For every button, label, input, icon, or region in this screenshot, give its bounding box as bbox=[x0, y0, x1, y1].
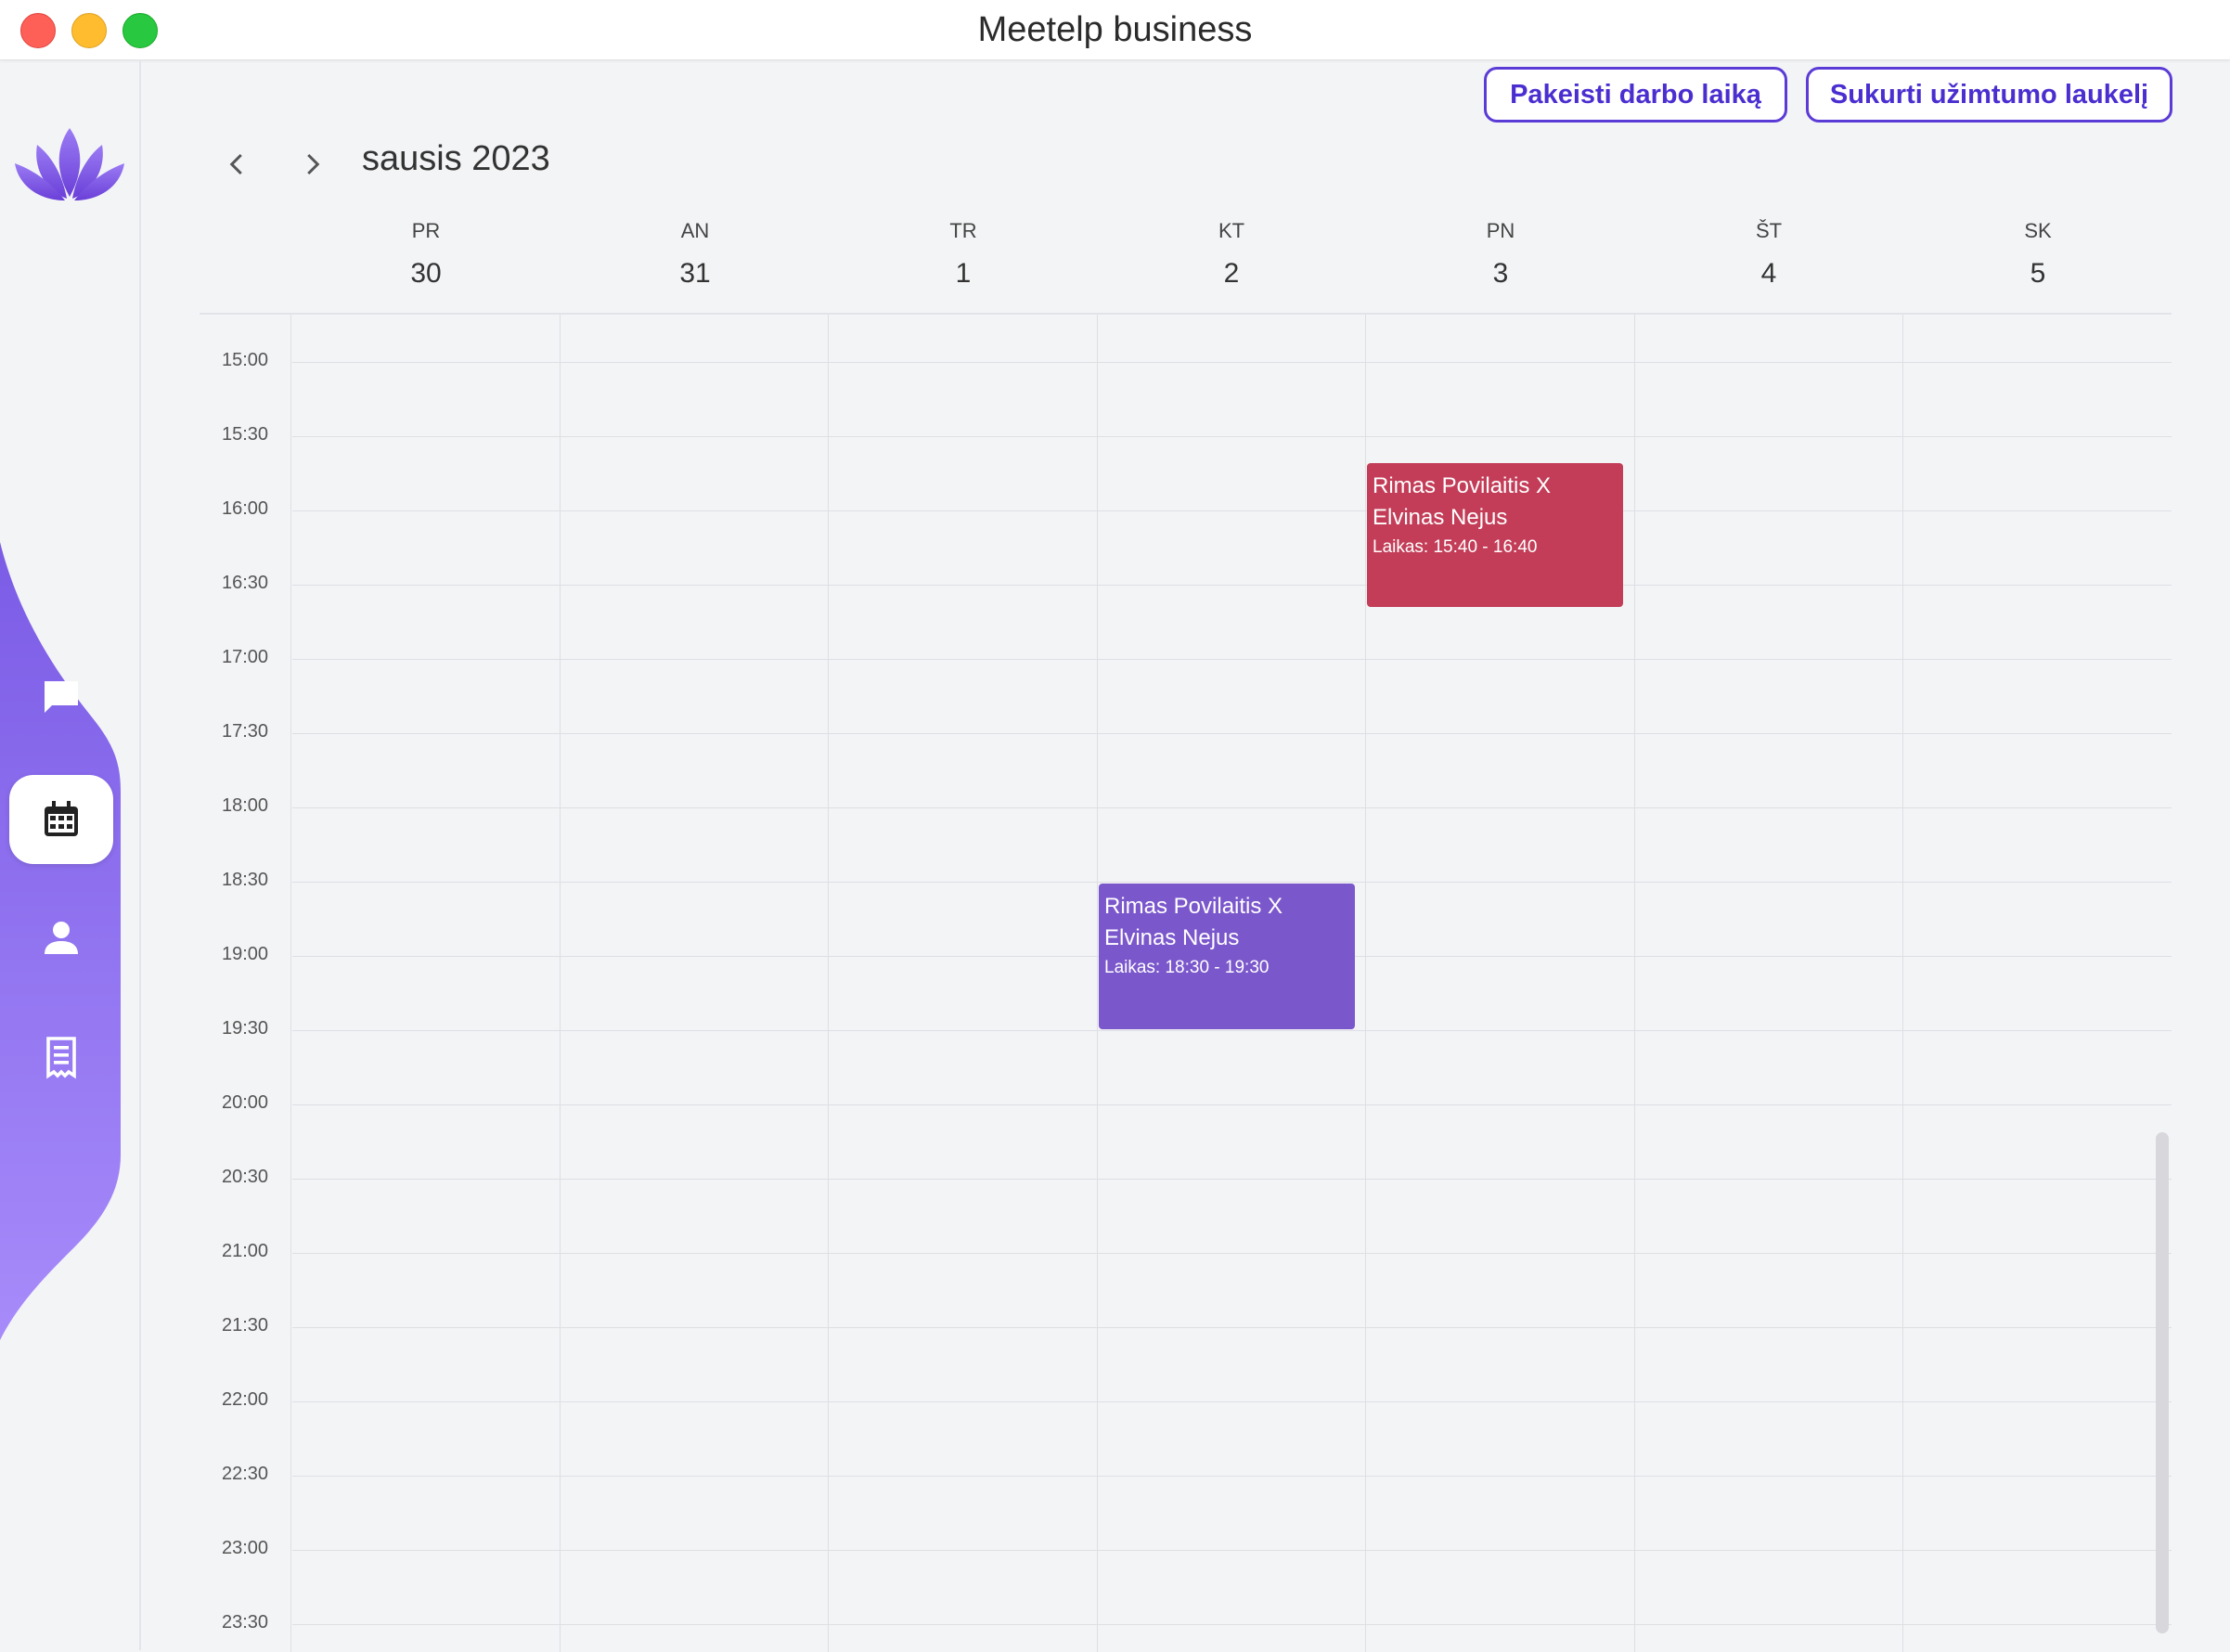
time-label: 21:30 bbox=[222, 1315, 269, 1336]
grid-row-line bbox=[292, 1327, 2172, 1328]
day-date: 3 bbox=[1492, 258, 1509, 289]
current-month-label: sausis 2023 bbox=[362, 139, 550, 178]
time-label: 18:00 bbox=[222, 795, 269, 816]
time-label: 22:30 bbox=[222, 1464, 269, 1484]
chevron-right-icon bbox=[307, 153, 320, 175]
day-weekday: SK bbox=[2024, 219, 2052, 242]
day-date: 5 bbox=[2030, 258, 2046, 289]
day-date: 31 bbox=[679, 258, 711, 289]
day-weekday: PN bbox=[1486, 219, 1515, 242]
change-working-hours-button[interactable]: Pakeisti darbo laiką bbox=[1484, 67, 1787, 123]
grid-row-line bbox=[292, 1179, 2172, 1180]
grid-column-line bbox=[1365, 315, 1366, 1652]
grid-row-line bbox=[292, 733, 2172, 734]
nav-receipts-button[interactable] bbox=[9, 1013, 113, 1102]
time-label: 23:30 bbox=[222, 1612, 269, 1633]
grid-row-line bbox=[292, 510, 2172, 511]
grid-column-line bbox=[1902, 315, 1903, 1652]
calendar-event[interactable]: Rimas Povilaitis X Elvinas Nejus Laikas:… bbox=[1099, 884, 1355, 1029]
sidebar bbox=[0, 59, 141, 1650]
user-icon bbox=[45, 922, 78, 954]
nav-calendar-button[interactable] bbox=[9, 775, 113, 864]
day-header: TR 1 bbox=[829, 219, 1098, 290]
grid-row-line bbox=[292, 1401, 2172, 1402]
time-label: 17:30 bbox=[222, 721, 269, 742]
grid-column-line bbox=[560, 315, 561, 1652]
grid-column-line bbox=[828, 315, 829, 1652]
day-header: KT 2 bbox=[1097, 219, 1366, 290]
calendar-icon bbox=[45, 801, 78, 836]
event-title: Rimas Povilaitis X Elvinas Nejus bbox=[1104, 894, 1283, 950]
day-date: 4 bbox=[1760, 258, 1777, 289]
grid-column-line bbox=[1634, 315, 1635, 1652]
vertical-scrollbar[interactable] bbox=[2156, 1132, 2169, 1633]
day-weekday: ŠT bbox=[1755, 219, 1783, 242]
calendar-event[interactable]: Rimas Povilaitis X Elvinas Nejus Laikas:… bbox=[1367, 463, 1623, 607]
day-weekday: AN bbox=[680, 219, 710, 242]
chat-icon bbox=[45, 681, 78, 713]
grid-row-line bbox=[292, 882, 2172, 883]
grid-row-line bbox=[292, 1104, 2172, 1105]
time-label: 23:00 bbox=[222, 1538, 269, 1558]
receipt-icon bbox=[46, 1037, 76, 1079]
grid-column-line bbox=[290, 315, 291, 1652]
time-label: 16:00 bbox=[222, 498, 269, 519]
time-label: 18:30 bbox=[222, 870, 269, 890]
time-label: 17:00 bbox=[222, 647, 269, 667]
window-title: Meetelp business bbox=[977, 10, 1253, 49]
day-date: 1 bbox=[955, 258, 972, 289]
nav-profile-button[interactable] bbox=[9, 893, 113, 982]
time-label: 15:00 bbox=[222, 350, 269, 370]
day-date: 2 bbox=[1223, 258, 1240, 289]
day-header: SK 5 bbox=[1903, 219, 2172, 290]
window-titlebar: Meetelp business bbox=[0, 0, 2230, 60]
grid-row-line bbox=[292, 1476, 2172, 1477]
grid-row-line bbox=[292, 362, 2172, 363]
day-weekday: TR bbox=[949, 219, 977, 242]
time-label: 22:00 bbox=[222, 1389, 269, 1410]
week-grid: 15:00 15:30 16:00 16:30 17:00 17:30 18:0… bbox=[200, 313, 2172, 1652]
event-time: Laikas: 15:40 - 16:40 bbox=[1373, 537, 1538, 557]
grid-row-line bbox=[292, 1624, 2172, 1625]
chevron-left-icon bbox=[229, 153, 242, 175]
day-header: PR 30 bbox=[291, 219, 561, 290]
day-header: AN 31 bbox=[561, 219, 830, 290]
day-weekday: KT bbox=[1218, 219, 1245, 242]
time-label: 19:30 bbox=[222, 1018, 269, 1039]
time-label: 19:00 bbox=[222, 944, 269, 964]
next-week-button[interactable] bbox=[289, 141, 335, 187]
grid-row-line bbox=[292, 1030, 2172, 1031]
day-date: 30 bbox=[410, 258, 442, 289]
lotus-logo-icon bbox=[15, 128, 124, 200]
time-label: 20:30 bbox=[222, 1167, 269, 1187]
grid-row-line bbox=[292, 1253, 2172, 1254]
grid-row-line bbox=[292, 1550, 2172, 1551]
create-busy-slot-button[interactable]: Sukurti užimtumo laukelį bbox=[1806, 67, 2172, 123]
grid-row-line bbox=[292, 436, 2172, 437]
grid-row-line bbox=[292, 807, 2172, 808]
day-header: ŠT 4 bbox=[1634, 219, 1903, 290]
day-weekday: PR bbox=[411, 219, 441, 242]
time-label: 20:00 bbox=[222, 1092, 269, 1113]
time-label: 15:30 bbox=[222, 424, 269, 445]
event-title: Rimas Povilaitis X Elvinas Nejus bbox=[1373, 473, 1552, 530]
time-label: 21:00 bbox=[222, 1241, 269, 1261]
event-time: Laikas: 18:30 - 19:30 bbox=[1104, 958, 1270, 977]
grid-row-line bbox=[292, 659, 2172, 660]
day-header: PN 3 bbox=[1366, 219, 1635, 290]
nav-chat-button[interactable] bbox=[9, 653, 113, 742]
grid-column-line bbox=[1097, 315, 1098, 1652]
grid-row-line bbox=[292, 585, 2172, 586]
time-label: 16:30 bbox=[222, 573, 269, 593]
previous-week-button[interactable] bbox=[214, 141, 261, 187]
